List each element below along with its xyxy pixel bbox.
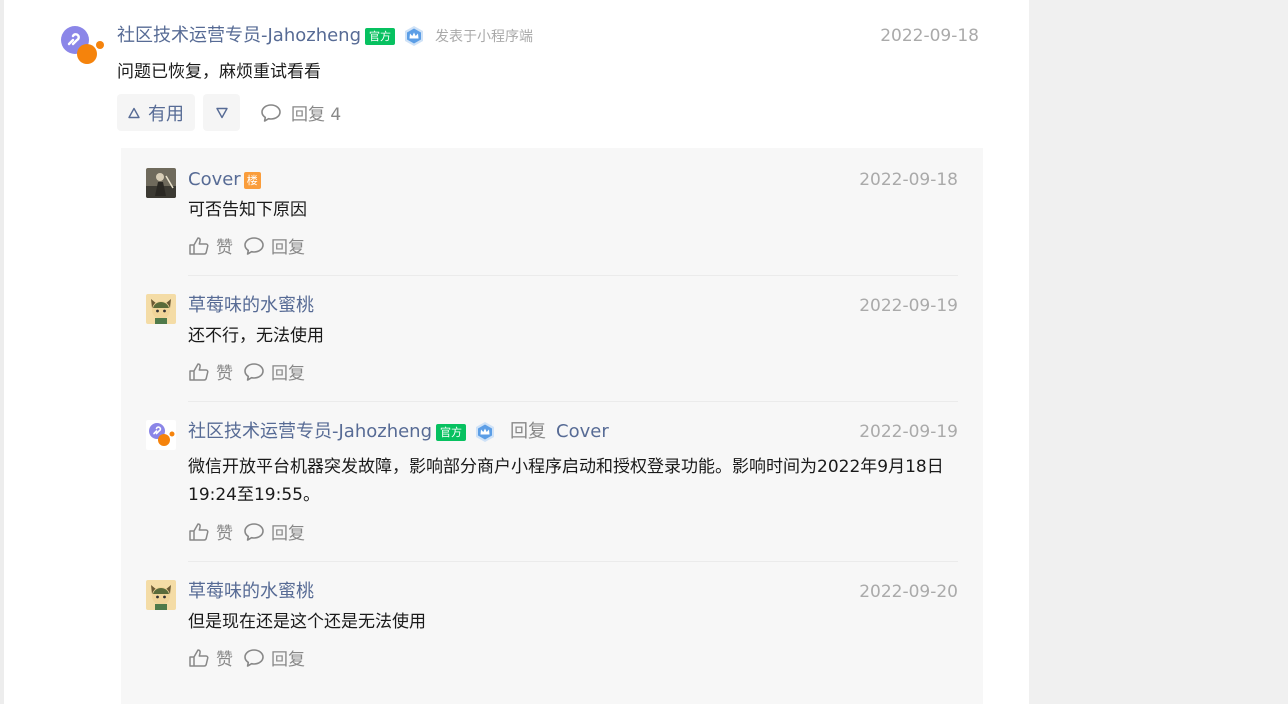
divider [188,401,958,402]
divider [188,561,958,562]
reply-author-name[interactable]: 草莓味的水蜜桃 [188,295,314,317]
comment-card: 社区技术运营专员-Jahozheng 官方 发表于小程序端 2022-09-18… [4,0,1029,704]
post-header: 社区技术运营专员-Jahozheng 官方 发表于小程序端 [117,25,533,47]
reply-label[interactable]: 回复 [271,645,305,670]
like-label[interactable]: 赞 [216,359,233,384]
thumbs-up-icon[interactable] [188,236,210,256]
thumbs-up-icon[interactable] [188,522,210,542]
not-useful-button[interactable] [203,94,240,131]
reply-panel: Cover 楼 2022-09-18 可否告知下原因 赞 回复 草莓味的水蜜桃 … [121,148,983,704]
post-text: 问题已恢复，麻烦重试看看 [117,62,321,82]
comment-icon[interactable] [243,236,265,256]
official-badge: 官方 [365,27,396,45]
cover-avatar[interactable] [146,168,176,198]
reply-text: 可否告知下原因 [188,200,307,220]
reply-actions: 赞 回复 [188,233,315,258]
reply-text: 微信开放平台机器突发故障，影响部分商户小程序启动和授权登录功能。影响时间为202… [188,457,944,505]
like-label[interactable]: 赞 [216,233,233,258]
crown-icon [476,422,495,442]
reply-text: 还不行，无法使用 [188,326,324,346]
reply-date: 2022-09-18 [859,170,958,190]
comment-icon [261,103,281,122]
peach-avatar[interactable] [146,294,176,324]
comment-icon[interactable] [243,362,265,382]
reply-actions: 赞 回复 [188,645,315,670]
reply-date: 2022-09-19 [859,296,958,316]
triangle-down-icon [215,107,228,118]
reply-actions: 赞 回复 [188,519,315,544]
reply-author-cover: Cover 楼 [188,169,261,191]
peach-avatar[interactable] [146,580,176,610]
reply-author-name[interactable]: Cover [188,169,241,190]
official-avatar[interactable] [60,25,106,71]
reply-date: 2022-09-20 [859,582,958,602]
reply-label[interactable]: 回复 [271,233,305,258]
floor-badge: 楼 [243,171,261,189]
triangle-up-icon [128,107,140,118]
reply-author-name[interactable]: 草莓味的水蜜桃 [188,581,314,603]
like-label[interactable]: 赞 [216,645,233,670]
reply-count-button[interactable]: 回复 4 [260,100,341,125]
thumbs-up-icon[interactable] [188,362,210,382]
comment-icon[interactable] [243,522,265,542]
reply-count-label: 回复 4 [291,105,342,125]
reply-text: 但是现在还是这个还是无法使用 [188,612,426,632]
reply-label[interactable]: 回复 [271,359,305,384]
reply-author-name[interactable]: 社区技术运营专员-Jahozheng [188,421,432,443]
like-label[interactable]: 赞 [216,519,233,544]
reply-target-name[interactable]: Cover [556,421,609,443]
thumbs-up-icon[interactable] [188,648,210,668]
reply-header: 社区技术运营专员-Jahozheng 官方 回复 Cover [188,421,609,443]
reply-date: 2022-09-19 [859,422,958,442]
useful-button[interactable]: 有用 [117,94,195,131]
post-source: 发表于小程序端 [435,29,534,45]
official-badge: 官方 [436,423,467,441]
post-date: 2022-09-18 [880,26,979,46]
divider [188,275,958,276]
crown-icon [405,26,424,46]
comment-icon[interactable] [243,648,265,668]
reply-label[interactable]: 回复 [271,519,305,544]
reply-to-label: 回复 [510,421,547,442]
official-avatar[interactable] [146,420,176,450]
useful-label: 有用 [148,103,184,125]
post-author-name[interactable]: 社区技术运营专员-Jahozheng [117,25,361,47]
reply-actions: 赞 回复 [188,359,315,384]
